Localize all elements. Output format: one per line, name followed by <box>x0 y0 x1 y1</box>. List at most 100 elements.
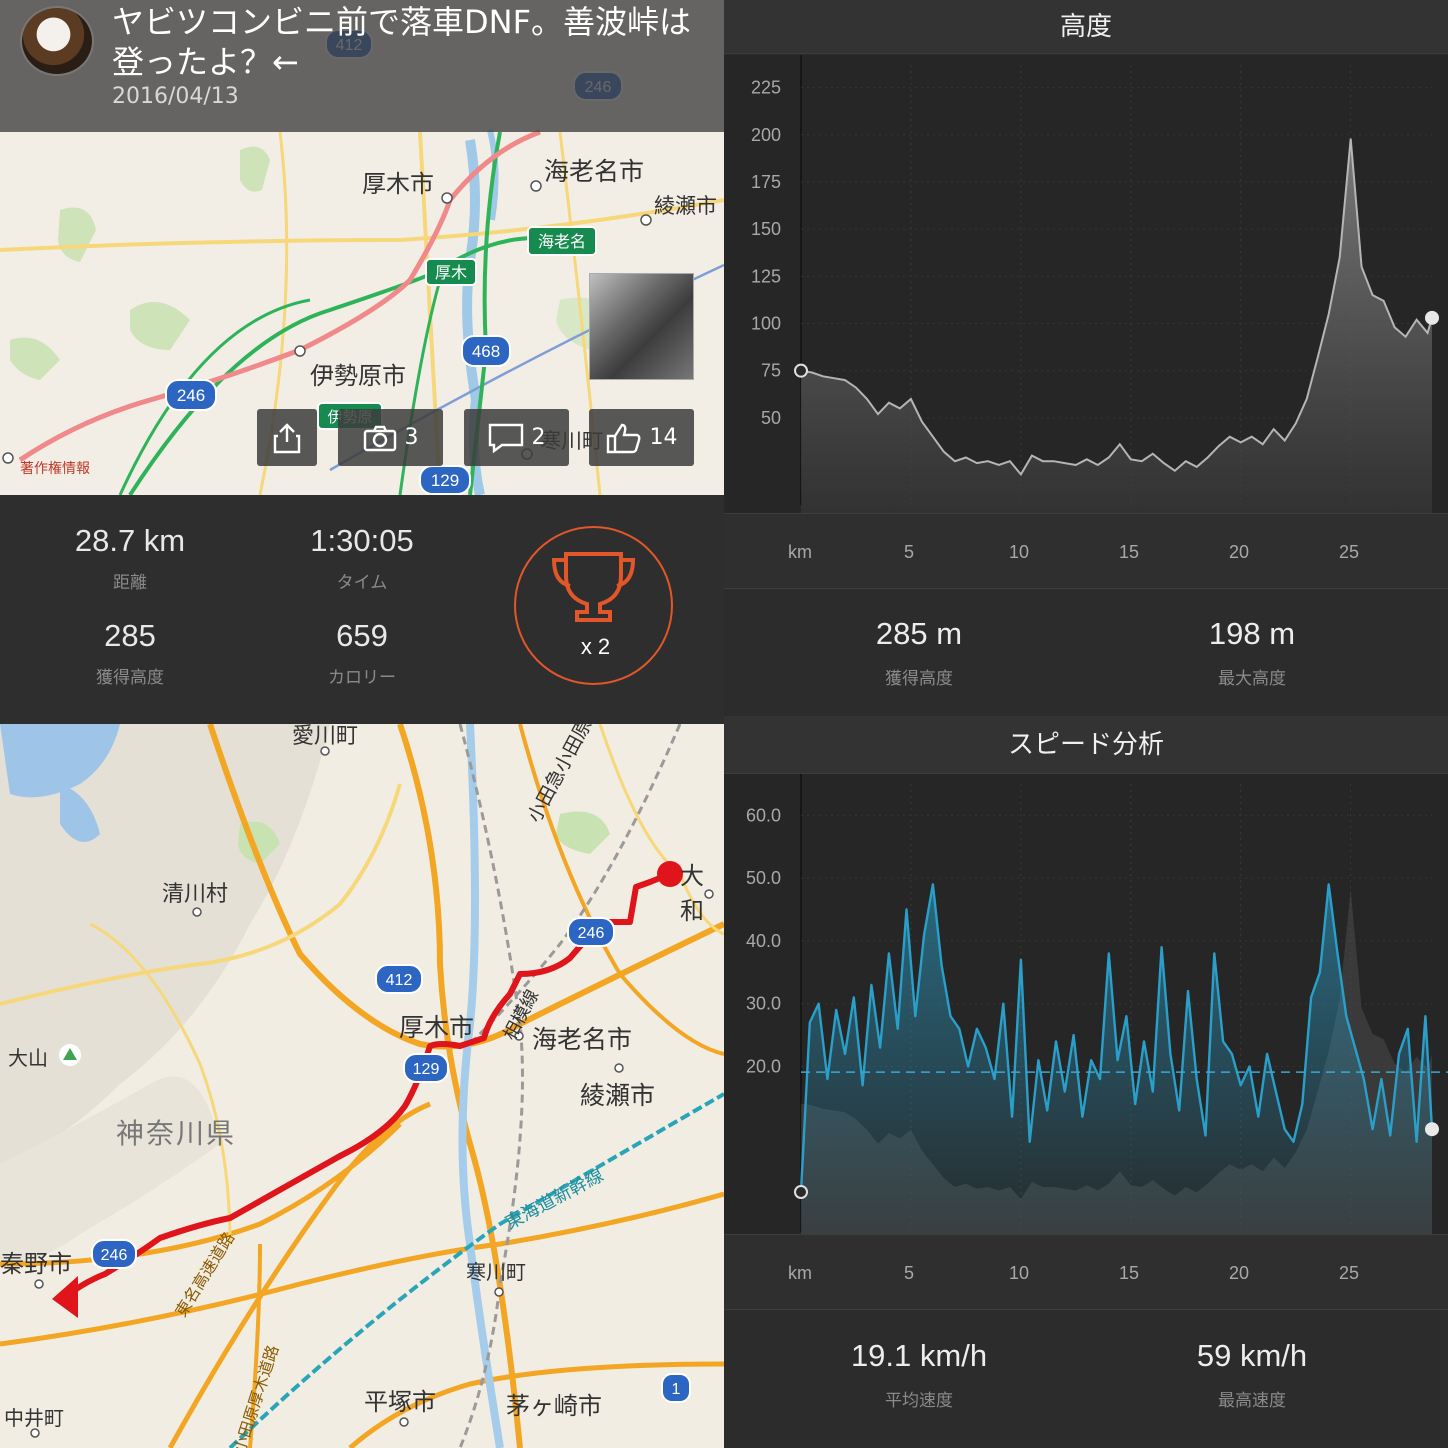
svg-text:1: 1 <box>672 1381 681 1398</box>
road-badge-129: 129 <box>419 465 471 495</box>
activity-date: 2016/04/13 <box>112 84 239 109</box>
y-tick-label: 100 <box>751 313 781 333</box>
speed-title: スピード分析 <box>1007 730 1164 760</box>
map-label-aikawa: 愛川町 <box>292 724 359 749</box>
speed-x-axis: km 5 10 15 20 25 <box>724 1234 1448 1310</box>
stat-time: 1:30:05 タイム <box>247 522 477 593</box>
speed-x-tick: 15 <box>1119 1263 1140 1283</box>
thumbs-up-icon <box>606 423 640 453</box>
map-label-isehara: 伊勢原市 <box>310 362 406 390</box>
speed-x-tick: 10 <box>1009 1263 1030 1283</box>
y-tick-label: 75 <box>761 361 781 381</box>
elevation-end-marker <box>1425 310 1439 325</box>
y-tick-label: 20.0 <box>746 1056 781 1076</box>
elevation-panel: 高度 225 200 175 150 125 100 75 50 km 5 10 15 20 … <box>724 0 1448 716</box>
map-label-oyama: 大山 <box>8 1046 48 1070</box>
photo-thumbnail[interactable] <box>589 273 694 380</box>
map-label-hadano: 秦野市 <box>0 1250 72 1278</box>
speed-end-marker <box>1425 1122 1439 1137</box>
map-label-chigasaki: 茅ヶ崎市 <box>506 1392 602 1420</box>
road-badge-ebina: 海老名 <box>527 226 597 256</box>
comments-count: 2 <box>531 425 546 450</box>
svg-text:246: 246 <box>177 386 205 405</box>
speed-start-marker <box>794 1185 808 1199</box>
map-label-ebina: 海老名市 <box>544 157 645 186</box>
speed-chart-area[interactable]: 60.0 50.0 40.0 30.0 20.0 <box>724 774 1448 1234</box>
stat-calories: 659 カロリー <box>247 617 477 688</box>
map-copyright-link[interactable]: 著作権情報 <box>20 458 90 478</box>
share-icon <box>273 422 301 453</box>
photos-count: 3 <box>404 425 419 450</box>
stat-distance-value: 28.7 km <box>74 523 186 558</box>
stat-calories-value: 659 <box>336 618 388 653</box>
route-map-detail[interactable]: 412 129 246 246 1 愛川町 清川村 厚木市 海老名市 綾瀬市 大… <box>0 724 724 1448</box>
elevation-gain-value: 285 m <box>875 616 963 651</box>
map-label-ayase: 綾瀬市 <box>654 194 717 218</box>
speed-x-unit: km <box>788 1263 812 1283</box>
map-label-hiratsuka: 平塚市 <box>364 1388 436 1416</box>
map-label-ebina: 海老名市 <box>532 1025 633 1054</box>
activity-title-line1: ヤビツコンビニ前で落車DNF。善波峠は <box>112 3 691 41</box>
stat-elevation-gain-value: 285 <box>104 618 156 653</box>
trophy-count: x 2 <box>580 634 611 659</box>
road-badge-246-b: 246 <box>91 1239 137 1269</box>
road-badge-atsugi: 厚木 <box>425 258 477 286</box>
stat-distance: 28.7 km 距離 <box>15 522 245 593</box>
stat-calories-label: カロリー <box>328 668 396 688</box>
speed-max-value: 59 km/h <box>1196 1338 1308 1373</box>
y-tick-label: 125 <box>751 266 781 286</box>
road-badge-246-a: 246 <box>567 917 615 947</box>
road-badge-1: 1 <box>661 1373 691 1403</box>
likes-count: 14 <box>649 425 678 450</box>
y-tick-label: 40.0 <box>746 931 781 951</box>
stat-distance-label: 距離 <box>113 573 147 593</box>
y-tick-label: 30.0 <box>746 994 781 1014</box>
photos-button[interactable]: 3 <box>338 409 443 466</box>
y-tick-label: 150 <box>751 219 781 239</box>
activity-card: 厚木 海老名 伊勢原 468 246 129 412 246 厚木市 海老名市 … <box>0 0 724 724</box>
y-tick-label: 60.0 <box>746 805 781 825</box>
road-badge-412: 412 <box>375 964 423 994</box>
svg-text:468: 468 <box>472 342 500 361</box>
svg-text:129: 129 <box>413 1061 440 1078</box>
y-tick-label: 225 <box>751 78 781 98</box>
stat-time-value: 1:30:05 <box>310 523 414 558</box>
comment-icon <box>488 423 523 453</box>
elevation-chart: 225 200 175 150 125 100 75 50 <box>751 55 1439 513</box>
road-badge-468: 468 <box>461 335 511 367</box>
map-label-atsugi: 厚木市 <box>399 1013 475 1042</box>
stat-elevation-gain-label: 獲得高度 <box>96 668 164 688</box>
elevation-x-tick: 20 <box>1229 542 1250 562</box>
y-tick-label: 175 <box>751 172 781 192</box>
trophy-badge[interactable]: x 2 <box>514 526 673 685</box>
share-button[interactable] <box>257 409 317 466</box>
likes-button[interactable]: 14 <box>589 409 694 466</box>
speed-avg-label: 平均速度 <box>885 1391 953 1411</box>
map-label-nakai: 中井町 <box>4 1406 64 1430</box>
elevation-start-marker <box>794 363 808 378</box>
speed-x-tick: 20 <box>1229 1263 1250 1283</box>
comments-button[interactable]: 2 <box>464 409 569 466</box>
elevation-chart-area[interactable]: 225 200 175 150 125 100 75 50 <box>724 55 1448 513</box>
user-avatar[interactable] <box>20 6 94 76</box>
speed-chart: 60.0 50.0 40.0 30.0 20.0 <box>746 774 1448 1234</box>
speed-x-tick: 25 <box>1339 1263 1360 1283</box>
elevation-area <box>801 138 1432 513</box>
activity-title-line2: 登ったよ？← <box>112 43 299 81</box>
speed-max-label: 最高速度 <box>1218 1391 1286 1411</box>
svg-text:246: 246 <box>101 1247 128 1264</box>
map-label-atsugi: 厚木市 <box>362 170 434 198</box>
camera-icon <box>363 425 396 451</box>
elevation-x-tick: 25 <box>1339 542 1360 562</box>
y-tick-label: 50.0 <box>746 868 781 888</box>
svg-text:129: 129 <box>431 471 459 490</box>
stat-time-label: タイム <box>336 573 388 593</box>
road-badge-246-a: 246 <box>165 379 217 411</box>
elevation-x-axis: km 5 10 15 20 25 <box>724 513 1448 589</box>
elevation-max-value: 198 m <box>1208 616 1296 651</box>
map-label-kanagawa: 神奈川県 <box>116 1117 237 1150</box>
trophy-icon <box>551 552 636 622</box>
svg-text:412: 412 <box>386 972 413 989</box>
stat-elevation-gain: 285 獲得高度 <box>15 617 245 688</box>
speed-avg-value: 19.1 km/h <box>850 1338 988 1373</box>
